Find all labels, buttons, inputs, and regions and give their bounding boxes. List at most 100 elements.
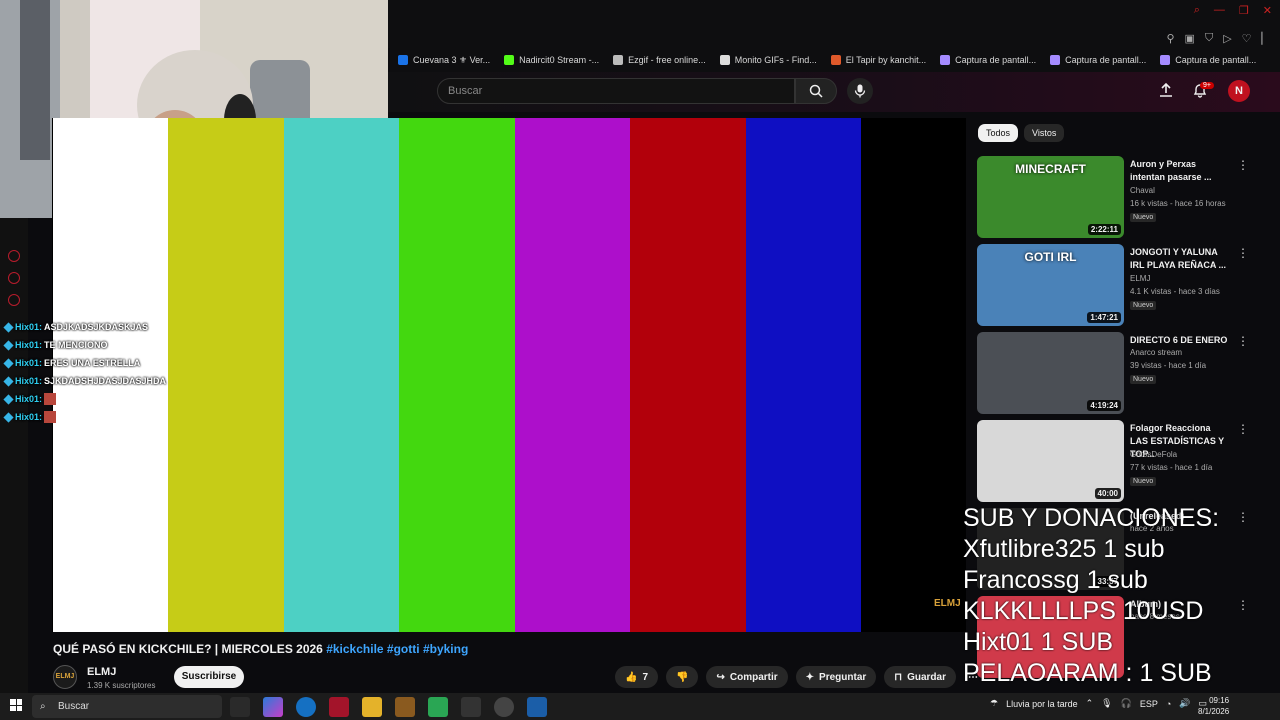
chat-message: Hix01: SJKDADSHJDASJDASJHDA [3,372,244,390]
voice-search-button[interactable] [847,78,873,104]
opera-icon[interactable] [329,697,349,717]
edge-icon[interactable] [296,697,316,717]
bookmark-item[interactable]: Cuevana 3 ⚜ Ver... [398,55,490,66]
channel-avatar[interactable]: ELMJ [53,665,77,689]
video-thumbnail[interactable]: 40:00 [977,420,1124,502]
microphone-icon [854,84,866,98]
app-icon[interactable] [428,697,448,717]
screenshot-icon[interactable]: ▣ [1185,32,1195,45]
chat-message: Hix01: [3,408,244,426]
share-button[interactable]: ↪ Compartir [706,666,788,688]
recommended-title[interactable]: Auron y Perxas intentan pasarse ... [1130,158,1230,184]
ask-button[interactable]: ✦ Preguntar [795,666,877,688]
stream-status-icon[interactable] [8,250,20,262]
bookmark-item[interactable]: Ezgif - free online... [613,55,706,65]
play-icon[interactable]: ▷ [1223,32,1231,45]
search-icon[interactable]: ⌕ [1194,4,1200,17]
more-options-icon[interactable]: ⋮ [1237,246,1249,260]
kick-badge-icon [3,321,14,333]
video-thumbnail[interactable]: GOTI IRL 1:47:21 [977,244,1124,326]
chevron-up-icon[interactable]: ⌃ [1086,698,1094,709]
upload-button[interactable] [1158,82,1174,103]
donation-line: KLKKLLLLPS 10USD [963,597,1204,625]
more-options-icon[interactable]: ⋮ [1237,158,1249,172]
save-button[interactable]: ⊓ Guardar [884,666,956,688]
language-indicator[interactable]: ESP [1140,699,1158,709]
search-icon [809,84,823,98]
task-view-icon[interactable] [230,697,250,717]
channel-watermark[interactable]: ELMJ [934,598,961,609]
recommended-channel[interactable]: Chaval [1130,186,1155,195]
history-icon[interactable] [8,272,20,284]
taskbar-clock[interactable]: 09:16 8/1/2026 [1198,695,1229,717]
bookmark-favicon-icon [398,55,408,65]
bookmark-item[interactable]: Captura de pantall... [940,55,1036,65]
wifi-icon[interactable]: ◔ [1166,699,1171,709]
subscribe-button[interactable]: Suscribirse [174,666,244,688]
bookmark-item[interactable]: Captura de pantall... [1160,55,1256,65]
weather-text[interactable]: Lluvia por la tarde [1006,699,1078,709]
account-avatar[interactable]: N [1228,80,1250,102]
recommended-channel[interactable]: GritosDeFola [1130,450,1177,459]
video-duration: 1:47:21 [1087,312,1121,323]
close-icon[interactable]: ✕ [1263,4,1272,17]
pin-icon[interactable]: ⚲ [1166,32,1174,45]
recommended-video[interactable]: GOTI IRL 1:47:21 JONGOTI Y YALUNA IRL PLAY… [977,244,1267,332]
bookmark-item[interactable]: Monito GIFs - Find... [719,55,817,65]
recommended-channel[interactable]: Anarco stream [1130,348,1182,357]
thumbs-up-icon: 👍 [625,671,638,683]
heart-icon[interactable]: ♡ [1242,32,1252,45]
recommended-channel[interactable]: ELMJ [1130,274,1150,283]
taskbar-search[interactable]: ⌕ Buscar [32,695,222,718]
more-options-icon[interactable]: ⋮ [1237,334,1249,348]
save-label: Guardar [907,671,946,683]
recommended-title[interactable]: DIRECTO 6 DE ENERO [1130,334,1230,347]
recommended-video[interactable]: 40:00 Folagor Reacciona LAS ESTADÍSTICAS … [977,420,1267,508]
copilot-icon[interactable] [263,697,283,717]
video-thumbnail[interactable]: 4:19:24 [977,332,1124,414]
alerts-icon[interactable] [8,294,20,306]
bookmark-favicon-icon [830,55,841,65]
store-icon[interactable] [527,697,547,717]
new-badge: Nuevo [1130,301,1157,310]
search-button[interactable] [795,78,837,104]
minimize-icon[interactable]: — [1214,4,1225,17]
bookmark-item[interactable]: Nadircit0 Stream -... [504,55,599,65]
bookmark-item[interactable]: El Tapir by kanchit... [830,55,926,65]
recommended-video[interactable]: MINECRAFT 2:22:11 Auron y Perxas intentan … [977,156,1267,244]
kick-badge-icon [3,375,14,387]
bookmark-icon: ⊓ [894,671,903,683]
bookmark-favicon-icon [504,55,515,65]
restore-icon[interactable]: ❐ [1239,4,1249,17]
windows-start-icon[interactable] [10,699,22,711]
dislike-button[interactable]: 👎 [666,666,699,688]
volume-icon[interactable]: 🔊 [1179,698,1190,709]
donations-overlay: SUB Y DONACIONES: Xfutlibre325 1 sub Franc… [963,503,1280,689]
sidebar-icon[interactable]: ▏ [1262,32,1270,45]
search-input[interactable]: Buscar [437,78,795,104]
new-badge: Nuevo [1130,375,1157,384]
kick-badge-icon [3,339,14,351]
microphone-icon[interactable]: 🎙 [1101,698,1112,709]
chat-username: Hix01: [15,412,43,422]
filter-chip[interactable]: Todos [978,124,1019,142]
channel-name[interactable]: ELMJ [87,666,116,678]
video-thumbnail[interactable]: MINECRAFT 2:22:11 [977,156,1124,238]
hashtag-link[interactable]: #byking [423,642,468,656]
hashtag-link[interactable]: #gotti [387,642,420,656]
headset-icon[interactable]: 🎧 [1121,698,1132,709]
recommended-title[interactable]: JONGOTI Y YALUNA IRL PLAYA REÑACA ... [1130,246,1230,272]
app-icon[interactable] [395,697,415,717]
bookmark-item[interactable]: Captura de pantall... [1050,55,1146,65]
shield-icon[interactable]: ⛉ [1205,32,1213,45]
like-button[interactable]: 👍 7 [615,666,659,688]
chat-text: ERES UNA ESTRELLA [44,358,141,368]
new-badge: Nuevo [1130,477,1157,486]
file-explorer-icon[interactable] [362,697,382,717]
more-options-icon[interactable]: ⋮ [1237,422,1249,436]
filter-chip[interactable]: Vistos [1024,124,1065,142]
obs-icon[interactable] [494,697,514,717]
hashtag-link[interactable]: #kickchile [326,642,383,656]
epic-games-icon[interactable] [461,697,481,717]
recommended-video[interactable]: 4:19:24 DIRECTO 6 DE ENERO Anarco stream 39… [977,332,1267,420]
